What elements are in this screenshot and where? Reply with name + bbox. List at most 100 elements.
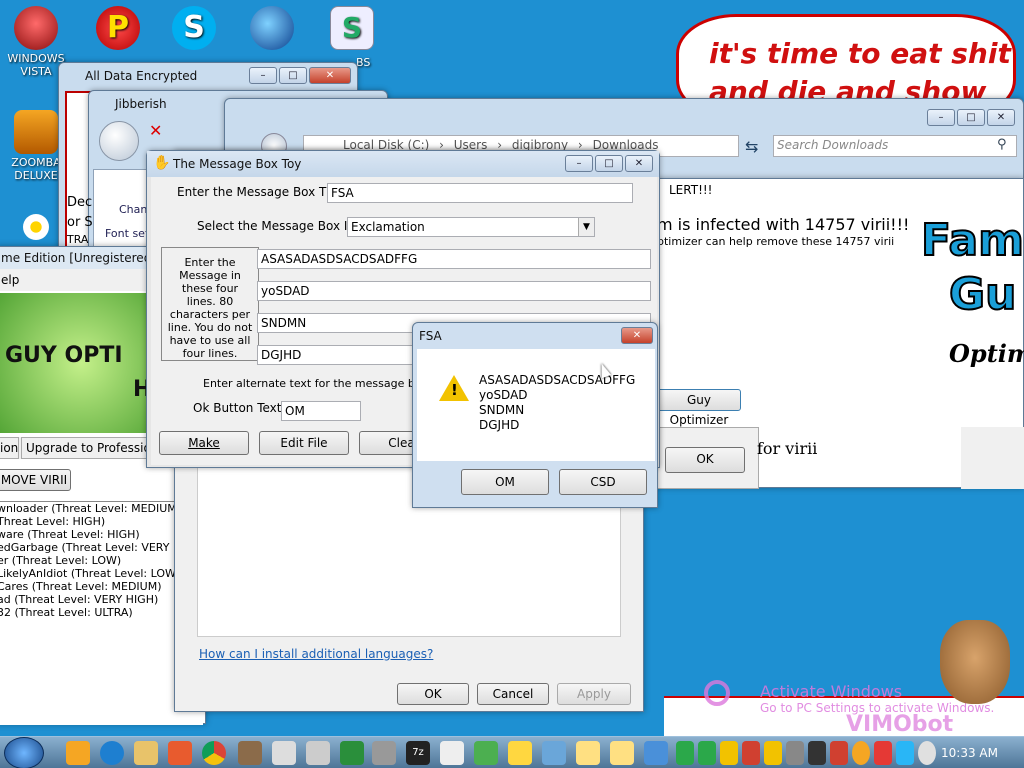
minimize-button[interactable]: – xyxy=(565,155,593,172)
csd-label: CSD xyxy=(590,475,616,489)
guy-optimizer-button[interactable]: Guy Optimizer xyxy=(657,389,741,427)
shield-icon[interactable] xyxy=(340,741,364,765)
make-label: Make xyxy=(188,436,220,450)
app-icon-6[interactable] xyxy=(440,741,464,765)
list-item[interactable]: er (Threat Level: LOW) xyxy=(0,554,203,567)
start-button[interactable] xyxy=(4,737,44,768)
app-icon-8[interactable] xyxy=(508,741,532,765)
list-item[interactable]: Cares (Threat Level: MEDIUM) xyxy=(0,580,203,593)
refresh-icon[interactable]: ⇆ xyxy=(745,137,758,156)
app-icon-9[interactable] xyxy=(542,741,566,765)
list-item[interactable]: wnloader (Threat Level: MEDIUM) xyxy=(0,502,203,515)
app-icon-7[interactable] xyxy=(474,741,498,765)
search-icon[interactable]: ⚲ xyxy=(997,137,1007,152)
maximize-button[interactable]: □ xyxy=(595,155,623,172)
list-item[interactable]: ware (Threat Level: HIGH) xyxy=(0,528,203,541)
change-label[interactable]: Chan xyxy=(119,203,147,216)
app-icon-1[interactable] xyxy=(168,741,192,765)
volume-icon[interactable] xyxy=(918,741,936,765)
install-languages-link[interactable]: How can I install additional languages? xyxy=(199,647,433,661)
list-item[interactable]: edGarbage (Threat Level: VERY HIGH) xyxy=(0,541,206,554)
seven-zip-icon[interactable]: 7z xyxy=(406,741,430,765)
app-icon-4[interactable] xyxy=(306,741,330,765)
hand-taskbar-icon-1[interactable] xyxy=(576,741,600,765)
for-virii-text: for virii xyxy=(757,439,818,458)
vimobot-brand: VIMObot xyxy=(846,712,954,737)
fsa-dialog[interactable]: FSA ✕ ! ASASADASDSACDSADFFG yoSDAD SNDMN… xyxy=(412,322,658,508)
app-icon-3[interactable] xyxy=(272,741,296,765)
hand-taskbar-icon-2[interactable] xyxy=(610,741,634,765)
banner-text-1: GUY OPTI xyxy=(5,343,123,368)
search-tray-icon[interactable] xyxy=(852,741,870,765)
jibberish-text-1: Dec xyxy=(67,195,93,210)
list-item[interactable]: Threat Level: HIGH) xyxy=(0,515,203,528)
maximize-button[interactable]: □ xyxy=(957,109,985,126)
close-button[interactable]: ✕ xyxy=(987,109,1015,126)
media-player-icon[interactable] xyxy=(66,741,90,765)
warning-tray-icon-2[interactable] xyxy=(764,741,782,765)
fsa-om-button[interactable]: OM xyxy=(461,469,549,495)
monitor-icon[interactable] xyxy=(896,741,914,765)
remove-virii-button[interactable]: MOVE VIRII xyxy=(0,469,71,491)
app-icon-2[interactable] xyxy=(238,741,262,765)
icon-select[interactable]: Exclamation ▼ xyxy=(347,217,595,237)
desktop-icon-p[interactable]: P xyxy=(86,6,150,52)
folder-icon[interactable] xyxy=(134,741,158,765)
maximize-button[interactable]: □ xyxy=(279,67,307,84)
ok-button-text-input[interactable]: OM xyxy=(281,401,361,421)
app-icon-5[interactable] xyxy=(372,741,396,765)
shield-tray-icon[interactable] xyxy=(742,741,760,765)
list-item[interactable]: LikelyAnIdiot (Threat Level: LOW) xyxy=(0,567,203,580)
internet-explorer-icon[interactable] xyxy=(100,741,124,765)
message-line-2[interactable]: yoSDAD xyxy=(257,281,651,301)
window-title: The Message Box Toy xyxy=(173,157,302,171)
menu-help[interactable]: elp xyxy=(1,273,19,287)
bubble-text-line1: it's time to eat shit xyxy=(709,37,1011,70)
font-settings-label[interactable]: Font set xyxy=(105,227,149,240)
language-cancel-button[interactable]: Cancel xyxy=(477,683,549,705)
close-button[interactable]: ✕ xyxy=(625,155,653,172)
network-icon[interactable] xyxy=(644,741,668,765)
titlebar[interactable]: All Data Encrypted – □ ✕ xyxy=(59,63,357,89)
list-item[interactable]: ad (Threat Level: VERY HIGH) xyxy=(0,593,203,606)
alert-window[interactable]: LERT!!! m is infected with 14757 virii!!… xyxy=(630,178,1024,489)
close-button[interactable]: ✕ xyxy=(309,67,351,84)
chevron-down-icon[interactable]: ▼ xyxy=(578,218,594,236)
flag-icon[interactable] xyxy=(874,741,892,765)
minimize-button[interactable]: – xyxy=(249,67,277,84)
tray-icon-1[interactable] xyxy=(786,741,804,765)
chrome-icon[interactable] xyxy=(202,741,226,765)
edit-file-button[interactable]: Edit File xyxy=(259,431,349,455)
tray-icon-2[interactable] xyxy=(808,741,826,765)
desktop-icon-skype[interactable]: S xyxy=(162,6,226,52)
threat-list[interactable]: wnloader (Threat Level: MEDIUM) Threat L… xyxy=(0,501,206,725)
desktop-icon-globe[interactable] xyxy=(240,6,304,52)
check-icon-1[interactable] xyxy=(676,741,694,765)
titlebar[interactable]: FSA ✕ xyxy=(413,323,657,349)
minimize-button[interactable]: – xyxy=(927,109,955,126)
titlebar[interactable]: ✋ The Message Box Toy – □ ✕ xyxy=(147,151,659,177)
tray-icon-3[interactable] xyxy=(830,741,848,765)
warning-tray-icon-1[interactable] xyxy=(720,741,738,765)
alert-ok-button[interactable]: OK xyxy=(665,447,745,473)
red-x-icon[interactable]: ✕ xyxy=(149,121,162,140)
language-apply-button[interactable]: Apply xyxy=(557,683,631,705)
title-input[interactable]: FSA xyxy=(327,183,633,203)
seven-zip-label: 7z xyxy=(412,747,424,758)
message-line-1[interactable]: ASASADASDSACDSADFFG xyxy=(257,249,651,269)
fsa-csd-button[interactable]: CSD xyxy=(559,469,647,495)
hand-icon: ✋ xyxy=(153,155,171,171)
language-ok-button[interactable]: OK xyxy=(397,683,469,705)
search-input[interactable]: Search Downloads xyxy=(773,135,1017,157)
ok-button-text-value: OM xyxy=(285,404,305,418)
make-button[interactable]: Make xyxy=(159,431,249,455)
edit-file-label: Edit File xyxy=(280,436,328,450)
desktop-icon-script[interactable]: S BS xyxy=(320,6,384,69)
line-4-value: DGJHD xyxy=(261,348,302,362)
close-button[interactable]: ✕ xyxy=(621,327,653,344)
list-item[interactable]: 32 (Threat Level: ULTRA) xyxy=(0,606,203,619)
orb-button[interactable] xyxy=(99,121,139,161)
check-icon-2[interactable] xyxy=(698,741,716,765)
clock[interactable]: 10:33 AM xyxy=(941,746,998,760)
tab-action[interactable]: ion xyxy=(0,437,19,459)
